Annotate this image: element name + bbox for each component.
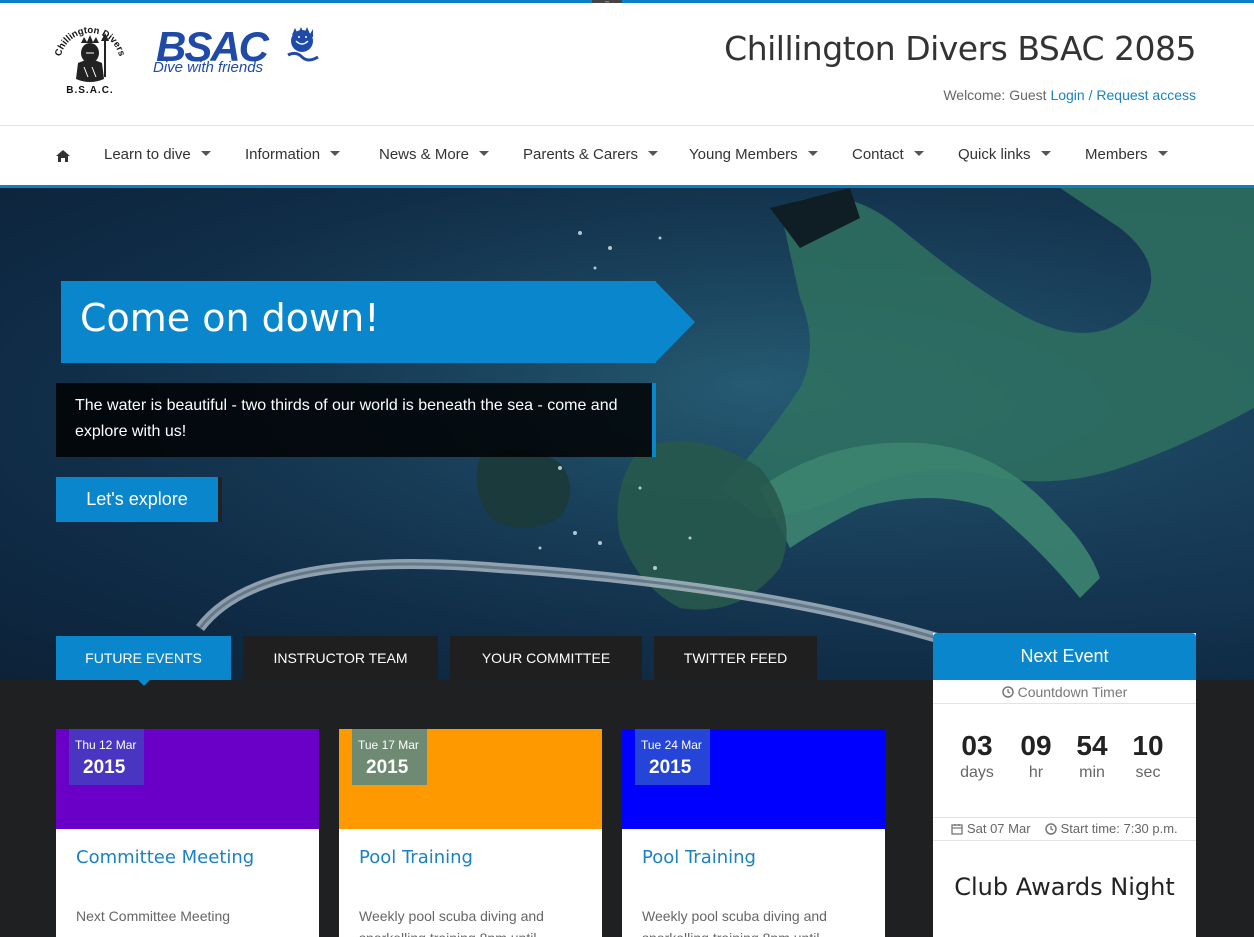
nav-contact[interactable]: Contact	[852, 146, 924, 163]
caret-down-icon	[913, 150, 924, 156]
home-icon[interactable]	[55, 148, 71, 164]
event-title-link[interactable]: Pool Training	[642, 847, 756, 868]
caret-down-icon	[648, 150, 659, 156]
countdown-value: 09	[1020, 730, 1052, 761]
countdown-seconds: 10 sec	[1118, 729, 1178, 783]
countdown-unit: min	[1079, 764, 1105, 781]
tab-future-events[interactable]: FUTURE EVENTS	[56, 636, 231, 680]
next-event-widget: Next Event Countdown Timer 03 days 09 hr 5…	[933, 633, 1196, 937]
next-event-meta: Sat 07 Mar Start time: 7:30 p.m.	[933, 817, 1196, 841]
nav-label: Members	[1085, 146, 1148, 163]
next-event-start-time: Start time: 7:30 p.m.	[1060, 821, 1178, 836]
club-logo[interactable]: Chillington Divers B.S.A.C.	[52, 23, 128, 95]
event-year: 2015	[83, 757, 126, 778]
event-date-badge: Tue 17 Mar 2015	[352, 729, 427, 785]
countdown-minutes: 54 min	[1062, 729, 1122, 783]
nav-young-members[interactable]: Young Members	[689, 146, 818, 163]
nav-label: Quick links	[958, 146, 1031, 163]
countdown-unit: sec	[1135, 764, 1161, 781]
countdown-subheading: Countdown Timer	[933, 680, 1196, 704]
next-event-date: Sat 07 Mar	[966, 821, 1031, 836]
request-access-link[interactable]: Request access	[1096, 87, 1196, 103]
caret-down-icon	[807, 150, 818, 156]
next-event-heading: Next Event	[933, 633, 1196, 680]
nav-news-more[interactable]: News & More	[379, 146, 490, 163]
clock-icon	[1045, 822, 1057, 835]
main-nav: Learn to dive Information News & More Pa…	[0, 125, 1254, 188]
event-date-badge: Tue 24 Mar 2015	[635, 729, 710, 785]
next-event-title[interactable]: Club Awards Night	[933, 873, 1196, 901]
nav-learn-to-dive[interactable]: Learn to dive	[104, 146, 211, 163]
welcome-text: Welcome: Guest	[943, 87, 1047, 103]
event-day: Thu 12 Mar	[75, 738, 137, 752]
explore-button[interactable]: Let's explore	[56, 477, 222, 522]
event-date-badge: Thu 12 Mar 2015	[69, 729, 144, 785]
hero-arrow-shape	[655, 281, 695, 363]
countdown-label: Countdown Timer	[1017, 684, 1128, 700]
countdown-days: 03 days	[947, 729, 1007, 783]
site-title: Chillington Divers BSAC 2085	[724, 29, 1196, 68]
event-day: Tue 17 Mar	[358, 738, 419, 752]
event-day: Tue 24 Mar	[641, 738, 702, 752]
link-separator: /	[1084, 87, 1097, 103]
clock-icon	[1001, 686, 1014, 699]
caret-down-icon	[479, 150, 490, 156]
nav-parents-carers[interactable]: Parents & Carers	[523, 146, 659, 163]
event-card[interactable]: Tue 24 Mar 2015 Pool Training Weekly poo…	[622, 729, 885, 937]
calendar-icon	[951, 823, 963, 835]
caret-down-icon	[200, 150, 211, 156]
countdown-unit: days	[960, 764, 994, 781]
caret-down-icon	[330, 150, 341, 156]
login-link[interactable]: Login	[1050, 87, 1084, 103]
hero-banner: Come on down! The water is beautiful - t…	[0, 188, 1254, 680]
nav-label: Information	[245, 146, 321, 163]
nav-label: Learn to dive	[104, 146, 191, 163]
countdown-unit: hr	[1028, 764, 1044, 781]
bsac-logo-tagline: Dive with friends	[153, 59, 264, 76]
event-year: 2015	[366, 757, 409, 778]
nav-label: News & More	[379, 146, 470, 163]
event-year: 2015	[649, 757, 692, 778]
event-card[interactable]: Tue 17 Mar 2015 Pool Training Weekly poo…	[339, 729, 602, 937]
caret-down-icon	[1040, 150, 1051, 156]
countdown-value: 03	[961, 730, 993, 761]
nav-quick-links[interactable]: Quick links	[958, 146, 1051, 163]
event-summary: Next Committee Meeting	[76, 908, 231, 924]
event-title-link[interactable]: Pool Training	[359, 847, 473, 868]
svg-text:B.S.A.C.: B.S.A.C.	[66, 85, 113, 95]
hero-description: The water is beautiful - two thirds of o…	[56, 383, 656, 457]
tab-instructor-team[interactable]: INSTRUCTOR TEAM	[243, 636, 438, 680]
nav-information[interactable]: Information	[245, 146, 341, 163]
event-card[interactable]: Thu 12 Mar 2015 Committee Meeting Next C…	[56, 729, 319, 937]
nav-label: Parents & Carers	[523, 146, 639, 163]
hero-title: Come on down!	[80, 296, 380, 340]
event-summary: Weekly pool scuba diving and snorkelling…	[359, 908, 544, 937]
nav-label: Young Members	[689, 146, 798, 163]
countdown-hours: 09 hr	[1006, 729, 1066, 783]
active-tab-pointer	[138, 680, 150, 686]
tab-your-committee[interactable]: YOUR COMMITTEE	[450, 636, 642, 680]
nav-members[interactable]: Members	[1085, 146, 1168, 163]
welcome-bar: Welcome: Guest Login / Request access	[943, 87, 1196, 103]
site-header: Chillington Divers B.S.A.C. BSAC Dive wi…	[0, 3, 1254, 125]
event-title-link[interactable]: Committee Meeting	[76, 847, 254, 868]
event-summary: Weekly pool scuba diving and snorkelling…	[642, 908, 827, 937]
caret-down-icon	[1157, 150, 1168, 156]
countdown-value: 54	[1076, 730, 1108, 761]
countdown-value: 10	[1132, 730, 1164, 761]
nav-label: Contact	[852, 146, 904, 163]
bsac-logo[interactable]: BSAC Dive with friends	[150, 23, 322, 81]
neptune-icon	[287, 27, 319, 62]
tab-twitter-feed[interactable]: TWITTER FEED	[654, 636, 817, 680]
